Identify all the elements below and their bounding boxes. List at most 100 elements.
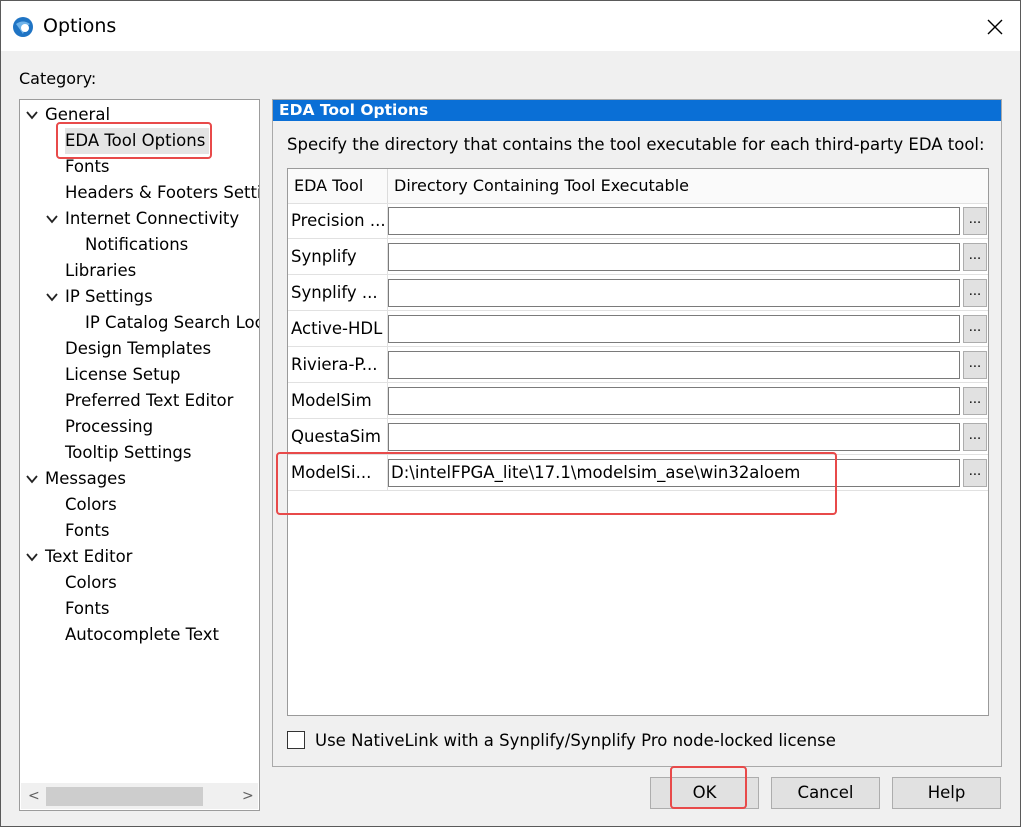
tree-item-label: Messages [45, 469, 126, 488]
tree-item[interactable]: General [20, 102, 259, 128]
tree-item[interactable]: Text Editor [20, 544, 259, 570]
tool-name: ModelSim [291, 391, 372, 410]
scroll-thumb[interactable] [46, 787, 203, 806]
directory-input[interactable] [388, 207, 960, 235]
tool-name: Synplify ... [291, 283, 378, 302]
tree-item[interactable]: Processing [20, 414, 259, 440]
table-row[interactable]: Synplify ...... [288, 275, 988, 311]
tree-item[interactable]: Colors [20, 492, 259, 518]
tree-item-label: IP Settings [65, 287, 153, 306]
directory-input[interactable] [388, 423, 960, 451]
options-dialog: Options Category: Autocomplete Text Fonts… [0, 0, 1021, 827]
browse-button[interactable]: ... [963, 459, 987, 487]
browse-button[interactable]: ... [963, 351, 987, 379]
nativelink-checkbox-label[interactable]: Use NativeLink with a Synplify/Synplify … [315, 730, 836, 752]
directory-input[interactable] [388, 243, 960, 271]
browse-button[interactable]: ... [963, 315, 987, 343]
tree-item-label: Autocomplete Text [65, 625, 219, 644]
panel-description: Specify the directory that contains the … [287, 135, 985, 154]
tool-name: Synplify [291, 247, 357, 266]
directory-input[interactable]: D:\intelFPGA_lite\17.1\modelsim_ase\win3… [388, 459, 960, 487]
column-header-eda-tool[interactable]: EDA Tool [294, 169, 363, 203]
tree-item-label: Colors [65, 495, 117, 514]
title-bar: Options [1, 1, 1020, 51]
browse-button[interactable]: ... [963, 279, 987, 307]
tree-horizontal-scrollbar[interactable]: < > [21, 783, 258, 809]
chevron-down-icon[interactable] [46, 291, 58, 303]
directory-input[interactable] [388, 351, 960, 379]
window-title: Options [43, 15, 117, 37]
tool-name: QuestaSim [291, 427, 381, 446]
tree-item-label: Libraries [65, 261, 137, 280]
scroll-left-arrow[interactable]: < [28, 788, 40, 804]
ok-button[interactable]: OK [650, 777, 759, 809]
directory-input[interactable] [388, 387, 960, 415]
table-row[interactable]: Active-HDL... [288, 311, 988, 347]
browse-button[interactable]: ... [963, 243, 987, 271]
nativelink-checkbox[interactable] [287, 731, 305, 749]
category-tree[interactable]: Autocomplete Text Fonts Colors Text Editor F… [19, 99, 260, 811]
tree-item-label: Notifications [85, 235, 189, 254]
tool-name: ModelSi... [291, 463, 372, 482]
tree-item[interactable]: Fonts [20, 596, 259, 622]
close-button[interactable] [977, 9, 1013, 45]
tree-item-label: Text Editor [45, 547, 133, 566]
tree-item[interactable]: IP Settings [20, 284, 259, 310]
column-header-directory[interactable]: Directory Containing Tool Executable [394, 169, 689, 203]
tree-item-label: License Setup [65, 365, 181, 384]
tree-item[interactable]: Tooltip Settings [20, 440, 259, 466]
tree-item-label: Fonts [65, 521, 110, 540]
table-row[interactable]: ModelSi... D:\intelFPGA_lite\17.1\modelsi… [288, 455, 988, 491]
app-sphere-icon [13, 17, 33, 37]
column-separator[interactable] [387, 169, 388, 203]
tree-item[interactable]: Messages [20, 466, 259, 492]
tree-item[interactable]: Fonts [20, 154, 259, 180]
tree-item-label: Design Templates [65, 339, 212, 358]
tree-item-label: EDA Tool Options [65, 128, 210, 154]
tree-item-label: Colors [65, 573, 117, 592]
help-button[interactable]: Help [892, 777, 1001, 809]
table-row[interactable]: Synplify... [288, 239, 988, 275]
eda-tool-table: EDA Tool Directory Containing Tool Execu… [287, 168, 989, 716]
tree-item[interactable]: IP Catalog Search Locations [20, 310, 259, 336]
tree-item-label: Fonts [65, 599, 110, 618]
tree-item[interactable]: Headers & Footers Settings [20, 180, 259, 206]
chevron-down-icon[interactable] [26, 551, 38, 563]
tree-item-label: Headers & Footers Settings [65, 183, 259, 202]
chevron-down-icon[interactable] [26, 473, 38, 485]
tree-item[interactable]: Notifications [20, 232, 259, 258]
chevron-down-icon[interactable] [26, 109, 38, 121]
tree-item-label: Preferred Text Editor [65, 391, 234, 410]
tree-item[interactable]: License Setup [20, 362, 259, 388]
browse-button[interactable]: ... [963, 423, 987, 451]
tree-item[interactable]: Design Templates [20, 336, 259, 362]
close-icon [987, 19, 1003, 35]
tree-item-label: Processing [65, 417, 154, 436]
tree-item[interactable]: Fonts [20, 518, 259, 544]
tree-item[interactable]: Colors [20, 570, 259, 596]
tree-item[interactable]: EDA Tool Options [20, 128, 259, 154]
panel-header: EDA Tool Options [273, 100, 1001, 121]
table-row[interactable]: Precision ...... [288, 203, 988, 239]
tree-item[interactable]: Autocomplete Text [20, 622, 259, 648]
browse-button[interactable]: ... [963, 207, 987, 235]
tree-item-label: Internet Connectivity [65, 209, 240, 228]
tool-name: Precision ... [291, 211, 384, 230]
scroll-right-arrow[interactable]: > [242, 788, 254, 804]
tree-item[interactable]: Internet Connectivity [20, 206, 259, 232]
tree-item[interactable]: Libraries [20, 258, 259, 284]
chevron-down-icon[interactable] [46, 213, 58, 225]
table-row[interactable]: QuestaSim... [288, 419, 988, 455]
table-row[interactable]: Riviera-P...... [288, 347, 988, 383]
category-label: Category: [19, 69, 97, 88]
directory-input[interactable] [388, 315, 960, 343]
tree-item[interactable]: Preferred Text Editor [20, 388, 259, 414]
cancel-button[interactable]: Cancel [771, 777, 880, 809]
directory-input[interactable] [388, 279, 960, 307]
tree-item-label: Tooltip Settings [65, 443, 192, 462]
table-row[interactable]: ModelSim... [288, 383, 988, 419]
tree-item-label: Fonts [65, 157, 110, 176]
tool-name: Riviera-P... [291, 355, 378, 374]
browse-button[interactable]: ... [963, 387, 987, 415]
tool-name: Active-HDL [291, 319, 383, 338]
